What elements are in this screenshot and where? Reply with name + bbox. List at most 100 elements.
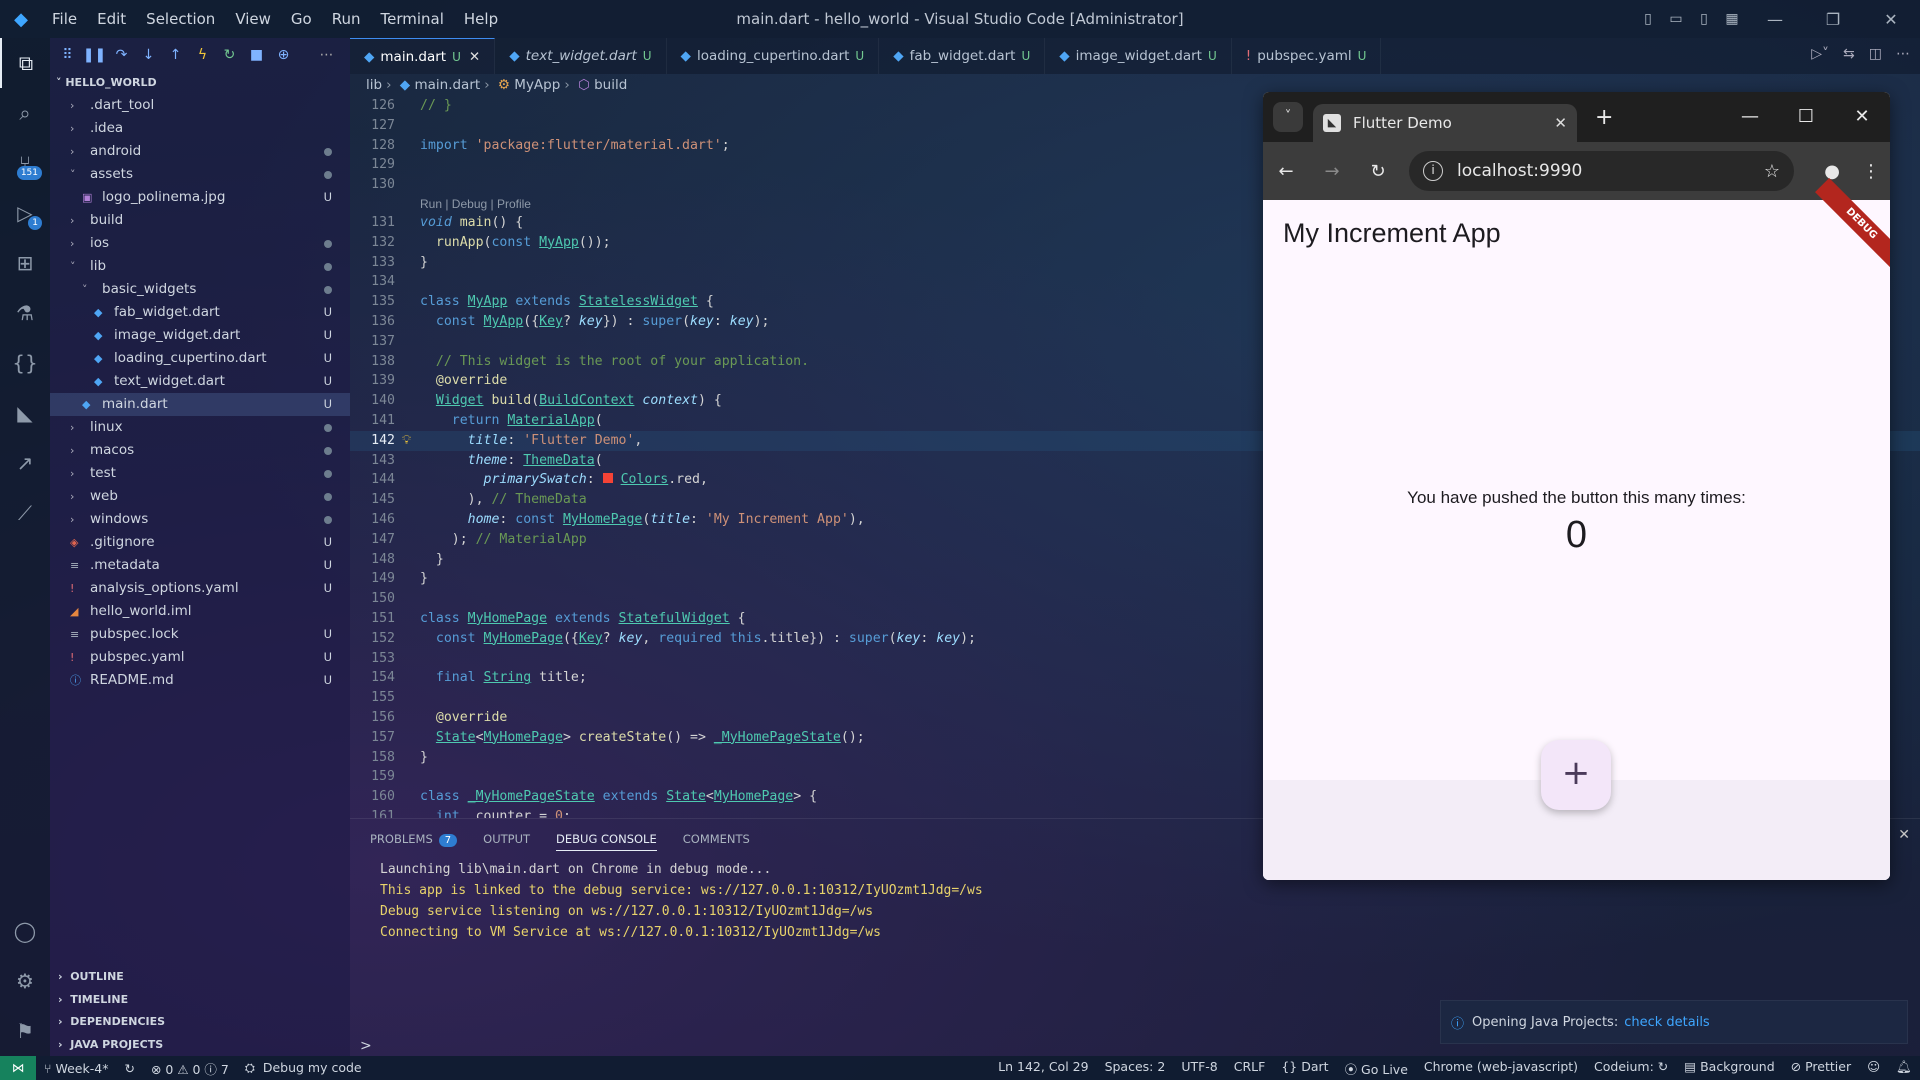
back-icon[interactable]: ← xyxy=(1263,161,1309,182)
toggle-sidebar-icon[interactable]: ▯ xyxy=(1634,11,1662,27)
tree-item[interactable]: ◢ hello_world.iml xyxy=(50,600,350,623)
tree-item[interactable]: ◆ text_widget.dart U xyxy=(50,370,350,393)
compare-changes-icon[interactable]: ⇆ xyxy=(1843,46,1855,62)
account-icon[interactable]: ◯ xyxy=(0,906,50,956)
editor-tab[interactable]: ! pubspec.yaml U xyxy=(1232,38,1382,74)
encoding[interactable]: UTF-8 xyxy=(1173,1059,1225,1078)
background-indicator[interactable]: ▤ Background xyxy=(1676,1059,1782,1078)
tree-item[interactable]: ≡ .metadata U xyxy=(50,554,350,577)
extensions-icon[interactable]: ⊞ xyxy=(0,238,50,288)
cursor-position[interactable]: Ln 142, Col 29 xyxy=(990,1059,1096,1078)
run-dropdown-icon[interactable]: ▷˅ xyxy=(1811,46,1829,62)
breadcrumb-class[interactable]: MyApp xyxy=(514,77,560,93)
editor-tab[interactable]: ◆ loading_cupertino.dart U xyxy=(667,38,880,74)
remote-icon[interactable]: ⋈ xyxy=(0,1056,36,1080)
close-panel-icon[interactable]: ✕ xyxy=(1898,827,1910,843)
tree-item[interactable]: › windows xyxy=(50,508,350,531)
menu-edit[interactable]: Edit xyxy=(87,0,136,38)
toggle-panel-icon[interactable]: ▭ xyxy=(1662,11,1690,27)
section-dependencies[interactable]: › DEPENDENCIES xyxy=(50,1011,350,1034)
remote-indicator-icon[interactable]: ⚑ xyxy=(0,1006,50,1056)
feather-icon[interactable]: ⟋ xyxy=(0,488,50,538)
flutter-icon[interactable]: ◣ xyxy=(0,388,50,438)
prettier-indicator[interactable]: ⊘ Prettier xyxy=(1783,1059,1859,1078)
tree-item[interactable]: ! pubspec.yaml U xyxy=(50,646,350,669)
editor-tab[interactable]: ◆ fab_widget.dart U xyxy=(879,38,1046,74)
editor-tab[interactable]: ◆ image_widget.dart U xyxy=(1045,38,1232,74)
tree-item[interactable]: › .dart_tool xyxy=(50,94,350,117)
tree-item[interactable]: ◆ image_widget.dart U xyxy=(50,324,350,347)
branch-indicator[interactable]: ⑂ Week-4* xyxy=(36,1061,116,1076)
step-out-icon[interactable]: ↑ xyxy=(162,47,189,63)
tab-close-icon[interactable]: ✕ xyxy=(1554,114,1567,132)
console-prompt[interactable]: > xyxy=(360,1038,372,1054)
chrome-close-icon[interactable]: ✕ xyxy=(1834,92,1890,142)
reload-icon[interactable]: ↻ xyxy=(1355,161,1401,182)
panel-tab[interactable]: PROBLEMS 7 xyxy=(370,828,458,850)
editor-tab[interactable]: ◆ text_widget.dart U xyxy=(495,38,667,74)
restore-icon[interactable]: ❐ xyxy=(1804,10,1862,29)
tree-item[interactable]: ˅ assets xyxy=(50,163,350,186)
step-into-icon[interactable]: ↓ xyxy=(135,47,162,63)
section-java-projects[interactable]: › JAVA PROJECTS xyxy=(50,1034,350,1057)
panel-tab[interactable]: DEBUG CONSOLE xyxy=(556,828,657,851)
breadcrumb-method[interactable]: build xyxy=(594,77,627,93)
menu-view[interactable]: View xyxy=(225,0,281,38)
tree-item[interactable]: ◈ .gitignore U xyxy=(50,531,350,554)
stop-icon[interactable]: ■ xyxy=(243,47,270,63)
tree-item[interactable]: ≡ pubspec.lock U xyxy=(50,623,350,646)
drag-handle-icon[interactable]: ⠿ xyxy=(54,47,81,63)
problems-indicator[interactable]: ⊗ 0 ⚠ 0 ⓘ 7 xyxy=(143,1059,237,1078)
profile-icon[interactable]: ● xyxy=(1824,161,1840,182)
panel-tab[interactable]: COMMENTS xyxy=(683,828,750,850)
settings-gear-icon[interactable]: ⚙ xyxy=(0,956,50,1006)
breadcrumb-lib[interactable]: lib xyxy=(366,77,382,93)
hot-reload-icon[interactable]: ϟ xyxy=(189,47,216,63)
tree-item[interactable]: › web xyxy=(50,485,350,508)
remote-share-icon[interactable]: ↗ xyxy=(0,438,50,488)
tree-item[interactable]: › test xyxy=(50,462,350,485)
menu-file[interactable]: File xyxy=(42,0,87,38)
sync-icon[interactable]: ↻ xyxy=(116,1061,142,1076)
run-debug-icon[interactable]: ▷ 1 xyxy=(0,188,50,238)
split-editor-icon[interactable]: ◫ xyxy=(1869,46,1882,62)
tree-item[interactable]: ◆ loading_cupertino.dart U xyxy=(50,347,350,370)
tree-item[interactable]: ◆ main.dart U xyxy=(50,393,350,416)
explorer-root-header[interactable]: ˅ HELLO_WORLD xyxy=(50,72,350,94)
source-control-icon[interactable]: ⑂ 151 xyxy=(0,138,50,188)
editor-more-icon[interactable]: ⋯ xyxy=(1896,46,1910,62)
tree-item[interactable]: ˅ basic_widgets xyxy=(50,278,350,301)
chrome-menu-icon[interactable]: ⋮ xyxy=(1862,161,1880,182)
tree-item[interactable]: ⓘ README.md U xyxy=(50,669,350,692)
toggle-secondary-sidebar-icon[interactable]: ▯ xyxy=(1690,11,1718,27)
feedback-icon[interactable]: ☺ xyxy=(1859,1059,1888,1078)
codeium-status[interactable]: Codeium: ↻ xyxy=(1586,1059,1676,1078)
indentation[interactable]: Spaces: 2 xyxy=(1097,1059,1174,1078)
menu-terminal[interactable]: Terminal xyxy=(371,0,454,38)
tree-item[interactable]: ◆ fab_widget.dart U xyxy=(50,301,350,324)
editor-tab[interactable]: ◆ main.dart U ✕ xyxy=(350,38,496,74)
tree-item[interactable]: › linux xyxy=(50,416,350,439)
language-mode[interactable]: {} Dart xyxy=(1273,1059,1336,1078)
more-actions-icon[interactable]: ⋯ xyxy=(313,47,340,63)
section-timeline[interactable]: › TIMELINE xyxy=(50,989,350,1012)
increment-fab-button[interactable]: + xyxy=(1541,740,1611,810)
check-details-link[interactable]: check details xyxy=(1624,1015,1710,1030)
flutter-device[interactable]: Chrome (web-javascript) xyxy=(1416,1059,1586,1078)
minimize-icon[interactable]: — xyxy=(1746,10,1804,29)
menu-help[interactable]: Help xyxy=(454,0,508,38)
debug-indicator[interactable]: ⛭ Debug my code xyxy=(237,1060,370,1076)
json-icon[interactable]: {} xyxy=(0,338,50,388)
new-tab-icon[interactable]: + xyxy=(1595,105,1613,130)
tree-item[interactable]: ! analysis_options.yaml U xyxy=(50,577,350,600)
tree-item[interactable]: › .idea xyxy=(50,117,350,140)
tab-search-icon[interactable]: ˅ xyxy=(1273,102,1303,132)
tree-item[interactable]: ˅ lib xyxy=(50,255,350,278)
lightbulb-icon[interactable]: 💡︎ xyxy=(402,431,411,451)
close-icon[interactable]: ✕ xyxy=(1862,10,1920,29)
chrome-maximize-icon[interactable]: ☐ xyxy=(1778,92,1834,142)
panel-tab[interactable]: OUTPUT xyxy=(483,828,530,850)
bookmark-star-icon[interactable]: ☆ xyxy=(1764,161,1780,182)
tree-item[interactable]: › ios xyxy=(50,232,350,255)
testing-icon[interactable]: ⚗ xyxy=(0,288,50,338)
